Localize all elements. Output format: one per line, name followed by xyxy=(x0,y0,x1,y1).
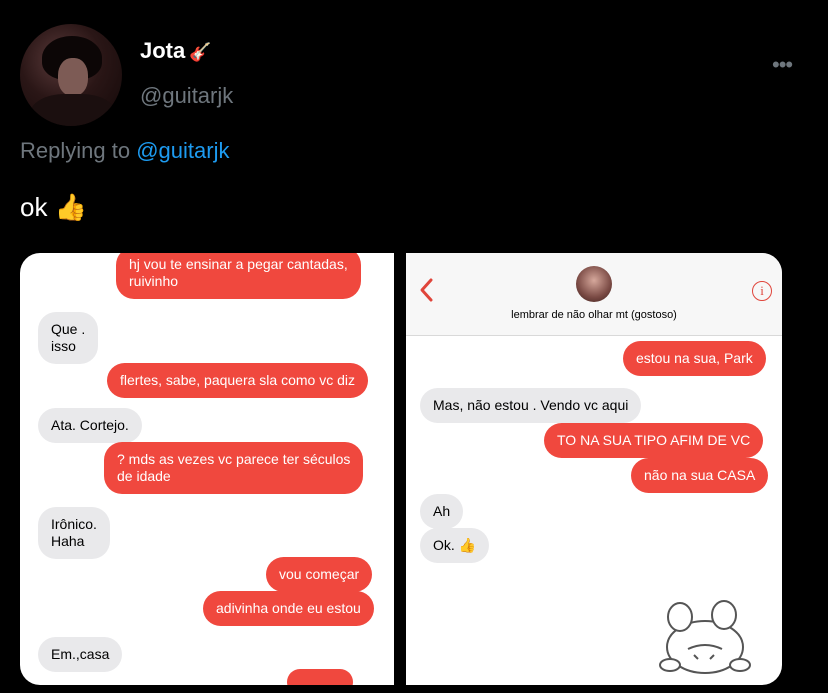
chat-bubble-received: Em.,casa xyxy=(38,637,123,672)
chat-bubble-sent: TO NA SUA TIPO AFIM DE VC xyxy=(544,423,764,458)
chat-bubble-sent: ? mds as vezes vc parece ter séculos de i… xyxy=(104,442,364,494)
replying-to: Replying to @guitarjk xyxy=(20,138,229,164)
replying-to-label: Replying to xyxy=(20,138,131,163)
chat-header: lembrar de não olhar mt (gostoso) i xyxy=(406,253,782,336)
attached-media[interactable]: hj vou te ensinar a pegar cantadas, ruivi… xyxy=(20,253,782,685)
info-icon: i xyxy=(752,281,772,301)
chat-bubble-received: Ata. Cortejo. xyxy=(38,408,142,443)
more-options-icon[interactable]: ••• xyxy=(772,52,793,78)
chat-bubble-sent: adivinha onde eu estou xyxy=(203,591,374,626)
chat-bubble-received: Irônico. Haha xyxy=(38,507,110,559)
reply-mention-link[interactable]: @guitarjk xyxy=(136,138,229,163)
chat-bubble-received: Que . isso xyxy=(38,312,99,364)
chat-bubble-sent: flertes, sabe, paquera sla como vc diz xyxy=(107,363,369,398)
chat-bubble-received: Ok. 👍 xyxy=(420,528,490,563)
tweet-text: ok 👍 xyxy=(20,192,88,222)
chat-bubble-sent: vou começar xyxy=(266,557,373,592)
chat-bubble-sent: estou na sua, Park xyxy=(623,341,766,376)
bear-sticker-icon xyxy=(659,600,751,674)
chat-bubble-sent: hj vou te ensinar a pegar cantadas, ruivi… xyxy=(116,253,361,299)
chevron-left-icon xyxy=(418,277,434,310)
media-image-right[interactable]: lembrar de não olhar mt (gostoso) i esto… xyxy=(406,253,782,685)
user-handle[interactable]: @guitarjk xyxy=(140,83,233,109)
chat-bubble-sent-cropped xyxy=(287,669,353,685)
guitar-emoji-icon: 🎸 xyxy=(189,42,212,62)
chat-bubble-sent: não na sua CASA xyxy=(631,458,769,493)
chat-bubble-received: Mas, não estou . Vendo vc aqui xyxy=(420,388,642,423)
display-name-text: Jota xyxy=(140,38,186,63)
contact-name: lembrar de não olhar mt (gostoso) xyxy=(511,309,677,321)
contact-avatar xyxy=(576,266,612,302)
media-image-left[interactable]: hj vou te ensinar a pegar cantadas, ruivi… xyxy=(20,253,394,685)
display-name[interactable]: Jota 🎸 xyxy=(140,38,212,64)
chat-bubble-received: Ah xyxy=(420,494,464,529)
profile-avatar[interactable] xyxy=(20,24,122,126)
